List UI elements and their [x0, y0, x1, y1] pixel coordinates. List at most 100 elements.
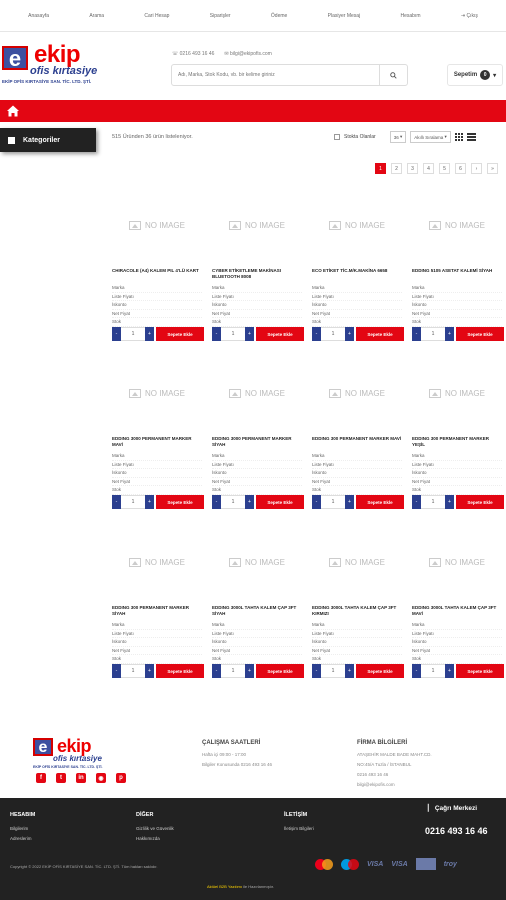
stock-checkbox[interactable]	[334, 134, 340, 140]
page-5[interactable]: 5	[439, 163, 450, 174]
privacy-link[interactable]: Gizlilik ve Güvenlik	[136, 824, 174, 834]
account-link-info[interactable]: Bilgilerim	[10, 824, 35, 834]
product-card[interactable]: NO IMAGE EDDING 300 PERMANENT MARKER YEŞİ…	[410, 368, 504, 513]
decrease-button[interactable]: -	[112, 664, 121, 678]
add-to-cart-button[interactable]: Sepete Ekle	[256, 327, 304, 341]
about-link[interactable]: Hakkımızda	[136, 834, 174, 844]
increase-button[interactable]: +	[145, 327, 154, 341]
pinterest-icon[interactable]: p	[116, 773, 126, 783]
decrease-button[interactable]: -	[212, 327, 221, 341]
quantity-input[interactable]: 1	[121, 664, 145, 678]
product-image-placeholder[interactable]: NO IMAGE	[210, 537, 304, 587]
quantity-input[interactable]: 1	[321, 327, 345, 341]
nav-messages[interactable]: Plasiyer Mesaj	[328, 13, 361, 19]
cart-button[interactable]: Sepetim 0 ▾	[447, 64, 503, 86]
increase-button[interactable]: +	[345, 495, 354, 509]
product-name[interactable]: EDDING 3000 PERMANENT MARKER MAVİ	[112, 436, 202, 447]
product-name[interactable]: EDDING 300 PERMANENT MARKER MAVİ	[312, 436, 402, 442]
add-to-cart-button[interactable]: Sepete Ekle	[156, 327, 204, 341]
page-4[interactable]: 4	[423, 163, 434, 174]
add-to-cart-button[interactable]: Sepete Ekle	[356, 664, 404, 678]
site-logo[interactable]: e ekip ofis kırtasiye EKİP OFİS KIRTASİY…	[2, 41, 132, 91]
product-name[interactable]: EDDING 3000L TAHTA KALEM ÇAP 3FT SİYAH	[212, 605, 302, 616]
product-card[interactable]: NO IMAGE EDDING 3000 PERMANENT MARKER MAV…	[110, 368, 204, 513]
increase-button[interactable]: +	[245, 495, 254, 509]
product-card[interactable]: NO IMAGE EDDING 3000 PERMANENT MARKER SİY…	[210, 368, 304, 513]
decrease-button[interactable]: -	[412, 327, 421, 341]
decrease-button[interactable]: -	[412, 495, 421, 509]
footer-logo[interactable]: e ekip ofis kırtasiye EKİP OFİS KIRTASİY…	[33, 736, 133, 769]
contact-info-link[interactable]: İletişim Bilgileri	[284, 824, 314, 834]
product-name[interactable]: EDDING 300 PERMANENT MARKER SİYAH	[112, 605, 202, 616]
page-last[interactable]: »	[487, 163, 498, 174]
search-button[interactable]	[379, 65, 407, 85]
product-card[interactable]: NO IMAGE EDDING 3000L TAHTA KALEM ÇAP 3FT…	[310, 537, 404, 682]
product-image-placeholder[interactable]: NO IMAGE	[410, 537, 504, 587]
product-card[interactable]: NO IMAGE EDDING 3000L TAHTA KALEM ÇAP 3FT…	[210, 537, 304, 682]
increase-button[interactable]: +	[345, 664, 354, 678]
product-image-placeholder[interactable]: NO IMAGE	[410, 200, 504, 250]
product-image-placeholder[interactable]: NO IMAGE	[210, 200, 304, 250]
product-image-placeholder[interactable]: NO IMAGE	[310, 200, 404, 250]
decrease-button[interactable]: -	[212, 495, 221, 509]
twitter-icon[interactable]: t	[56, 773, 66, 783]
page-6[interactable]: 6	[455, 163, 466, 174]
product-image-placeholder[interactable]: NO IMAGE	[210, 368, 304, 418]
quantity-input[interactable]: 1	[321, 495, 345, 509]
product-name[interactable]: CYBER ETİKETLEME MAKİNASI BLUETOOTH 8008	[212, 268, 302, 279]
product-card[interactable]: NO IMAGE EDDING 300 PERMANENT MARKER SİYA…	[110, 537, 204, 682]
quantity-input[interactable]: 1	[321, 664, 345, 678]
decrease-button[interactable]: -	[112, 495, 121, 509]
nav-home[interactable]: Anasayfa	[28, 13, 49, 19]
increase-button[interactable]: +	[445, 664, 454, 678]
add-to-cart-button[interactable]: Sepete Ekle	[156, 495, 204, 509]
list-view-icon[interactable]	[466, 133, 476, 141]
nav-orders[interactable]: Siparişler	[210, 13, 231, 19]
add-to-cart-button[interactable]: Sepete Ekle	[256, 664, 304, 678]
categories-button[interactable]: Kategoriler	[0, 128, 96, 152]
page-3[interactable]: 3	[407, 163, 418, 174]
add-to-cart-button[interactable]: Sepete Ekle	[456, 664, 504, 678]
product-image-placeholder[interactable]: NO IMAGE	[410, 368, 504, 418]
rss-icon[interactable]: ◉	[96, 773, 106, 783]
quantity-input[interactable]: 1	[421, 327, 445, 341]
product-name[interactable]: CHIRACOLE (A4) KALEM PIL 4'LÜ KART	[112, 268, 202, 274]
increase-button[interactable]: +	[145, 495, 154, 509]
product-name[interactable]: ECO ETİKET TİC.M/K.MAKİNA 6658	[312, 268, 402, 274]
product-card[interactable]: NO IMAGE EDDING 5105 ASETAT KALEMİ SİYAH M…	[410, 200, 504, 345]
quantity-input[interactable]: 1	[221, 495, 245, 509]
increase-button[interactable]: +	[445, 327, 454, 341]
nav-payment[interactable]: Ödeme	[271, 13, 287, 19]
increase-button[interactable]: +	[145, 664, 154, 678]
linkedin-icon[interactable]: in	[76, 773, 86, 783]
nav-my-account[interactable]: Hesabım	[401, 13, 421, 19]
nav-account[interactable]: Cari Hesap	[144, 13, 169, 19]
quantity-input[interactable]: 1	[121, 495, 145, 509]
product-image-placeholder[interactable]: NO IMAGE	[110, 368, 204, 418]
quantity-input[interactable]: 1	[221, 327, 245, 341]
product-name[interactable]: EDDING 3000 PERMANENT MARKER SİYAH	[212, 436, 302, 447]
product-name[interactable]: EDDING 5105 ASETAT KALEMİ SİYAH	[412, 268, 502, 274]
product-card[interactable]: NO IMAGE EDDING 300 PERMANENT MARKER MAVİ…	[310, 368, 404, 513]
product-image-placeholder[interactable]: NO IMAGE	[110, 200, 204, 250]
product-name[interactable]: EDDING 3000L TAHTA KALEM ÇAP 3FT MAVİ	[412, 605, 502, 616]
add-to-cart-button[interactable]: Sepete Ekle	[256, 495, 304, 509]
increase-button[interactable]: +	[445, 495, 454, 509]
add-to-cart-button[interactable]: Sepete Ekle	[156, 664, 204, 678]
grid-view-icon[interactable]	[454, 133, 463, 141]
quantity-input[interactable]: 1	[421, 664, 445, 678]
increase-button[interactable]: +	[345, 327, 354, 341]
add-to-cart-button[interactable]: Sepete Ekle	[456, 327, 504, 341]
increase-button[interactable]: +	[245, 327, 254, 341]
product-image-placeholder[interactable]: NO IMAGE	[310, 368, 404, 418]
quantity-input[interactable]: 1	[121, 327, 145, 341]
product-image-placeholder[interactable]: NO IMAGE	[110, 537, 204, 587]
powered-brand[interactable]: B2B Yazılımı	[219, 884, 242, 889]
page-1[interactable]: 1	[375, 163, 386, 174]
product-name[interactable]: EDDING 3000L TAHTA KALEM ÇAP 3FT KIRMIZI	[312, 605, 402, 616]
decrease-button[interactable]: -	[212, 664, 221, 678]
search-input[interactable]	[172, 65, 379, 85]
sort-select[interactable]: Akıllı Sıralama ▾	[410, 131, 451, 143]
decrease-button[interactable]: -	[112, 327, 121, 341]
add-to-cart-button[interactable]: Sepete Ekle	[456, 495, 504, 509]
